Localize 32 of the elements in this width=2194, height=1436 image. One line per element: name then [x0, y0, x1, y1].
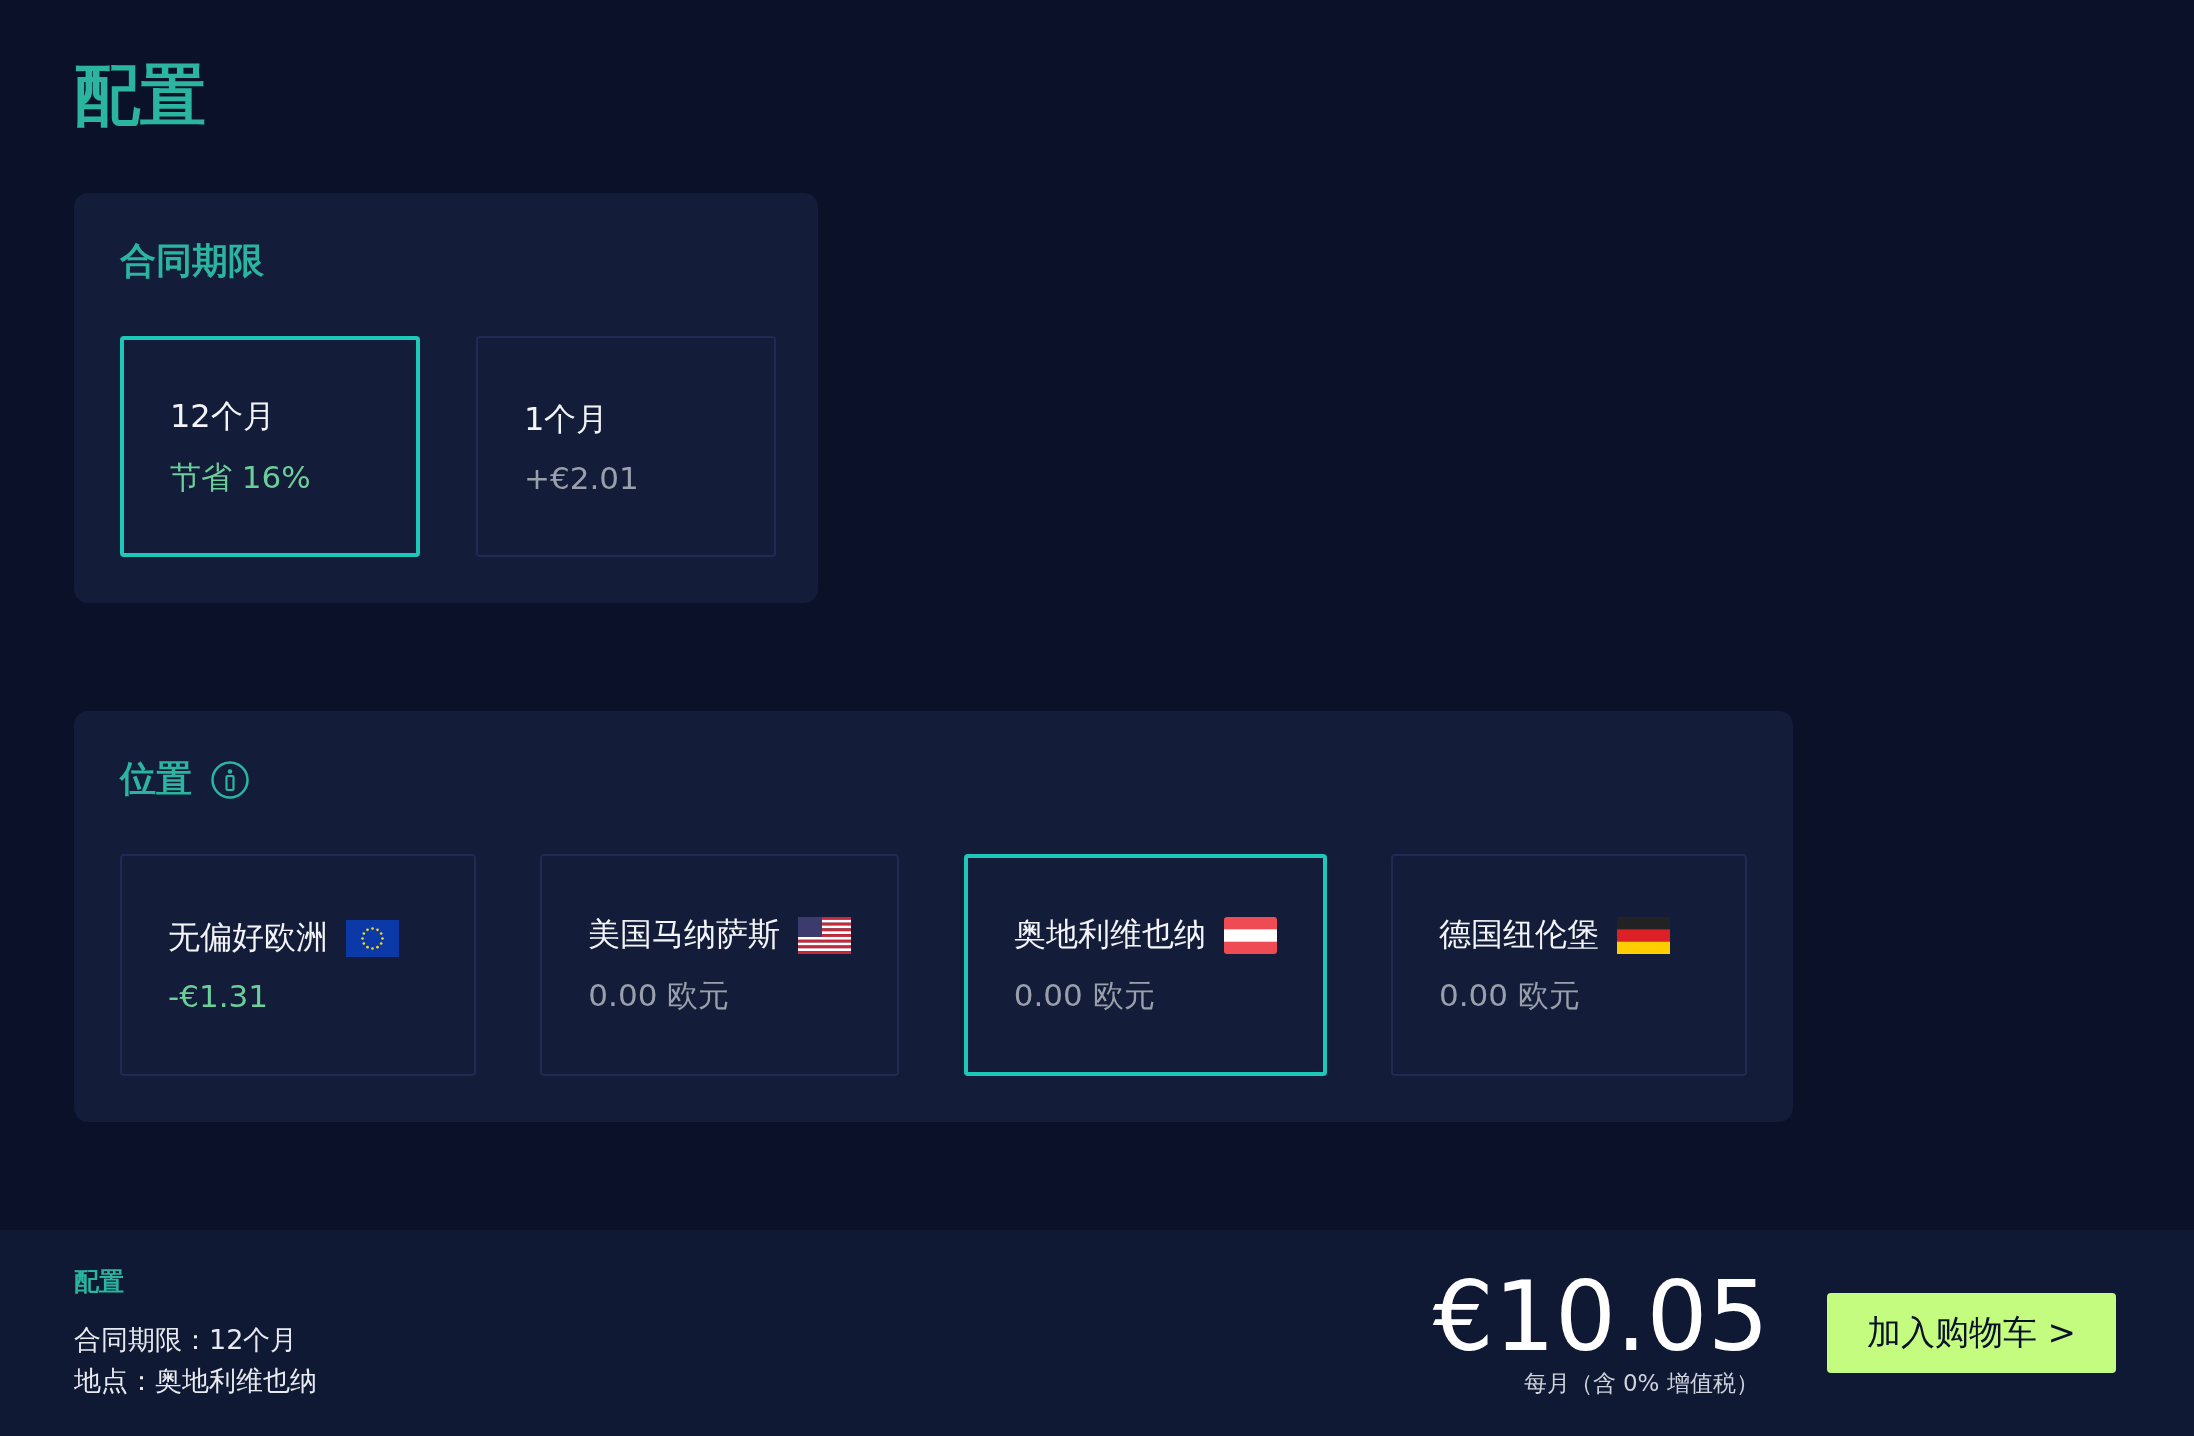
summary-line: 地点：奥地利维也纳	[74, 1363, 317, 1398]
term-option[interactable]: 12个月 节省 16%	[120, 336, 420, 558]
section-heading: 合同期限	[120, 239, 264, 284]
total-price: €10.05	[1432, 1267, 1769, 1368]
location-option[interactable]: 德国纽伦堡 0.00 欧元	[1391, 854, 1747, 1077]
price-difference: 0.00 欧元	[1013, 976, 1156, 1016]
location-option[interactable]: 美国马纳萨斯 0.00 欧元	[540, 854, 900, 1077]
location-option[interactable]: 奥地利维也纳 0.00 欧元	[963, 854, 1327, 1077]
flag-icon	[346, 919, 399, 957]
price-difference: 0.00 欧元	[1439, 976, 1581, 1016]
location-label: 无偏好欧洲	[168, 917, 328, 959]
location-option[interactable]: 无偏好欧洲 -€1.31	[120, 854, 476, 1077]
price-difference: 0.00 欧元	[588, 976, 731, 1016]
price-difference: -€1.31	[168, 978, 269, 1015]
term-option[interactable]: 1个月 +€2.01	[476, 336, 776, 558]
flag-icon	[1223, 916, 1277, 954]
price-note: 每月（含 0% 增值税）	[1523, 1369, 1759, 1398]
flag-icon	[1617, 916, 1670, 954]
summary-line: 合同期限：12个月	[74, 1323, 299, 1358]
section-heading: 位置	[120, 757, 192, 802]
info-icon[interactable]	[210, 759, 250, 800]
flag-icon	[798, 916, 852, 954]
price-difference: +€2.01	[524, 459, 640, 496]
location-label: 美国马纳萨斯	[588, 914, 781, 956]
term-label: 12个月	[170, 395, 275, 437]
location-label: 德国纽伦堡	[1439, 914, 1599, 956]
add-to-cart-button[interactable]: 加入购物车 >	[1826, 1293, 2116, 1374]
location-label: 奥地利维也纳	[1013, 914, 1206, 956]
term-label: 1个月	[524, 398, 609, 440]
page-title: 配置	[74, 56, 206, 136]
summary-heading: 配置	[74, 1266, 125, 1299]
price-difference: 节省 16%	[170, 457, 312, 497]
